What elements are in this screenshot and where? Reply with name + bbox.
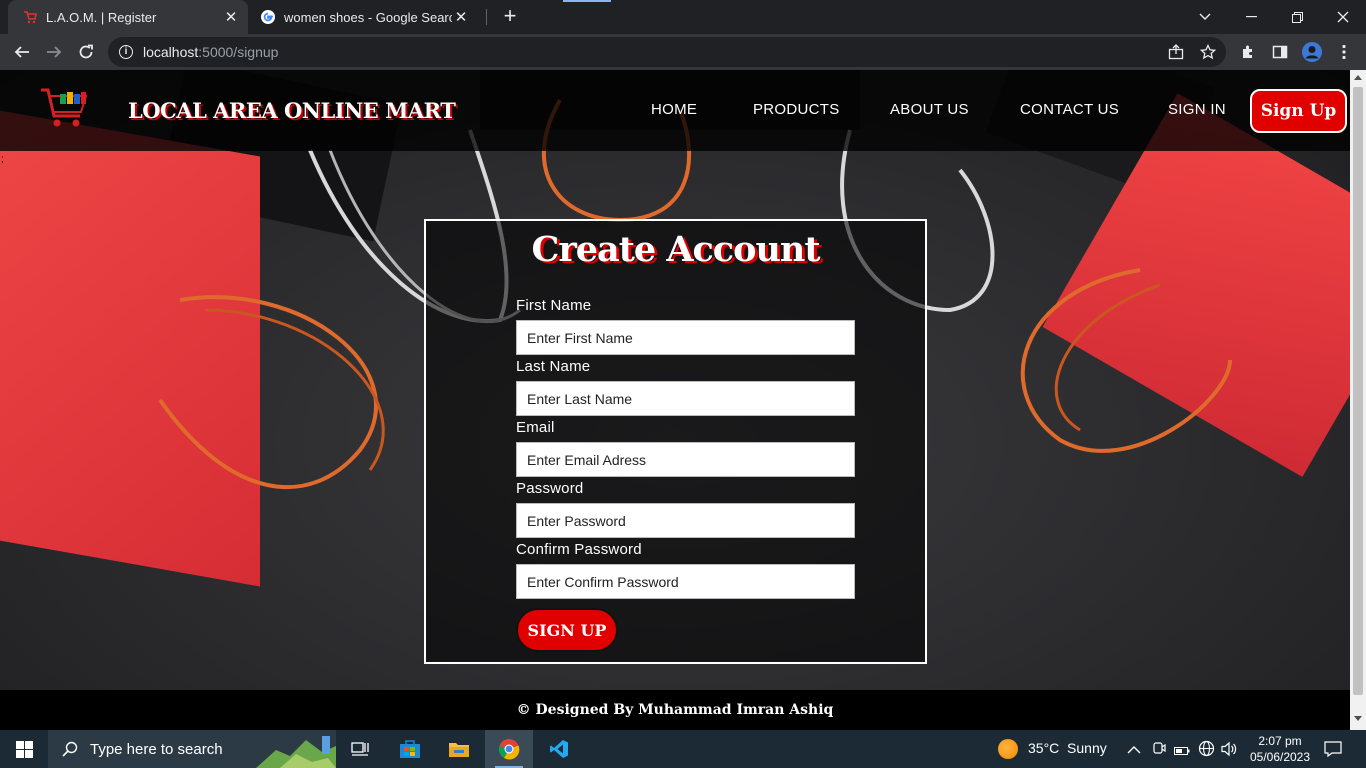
last-name-input[interactable]: [516, 381, 855, 416]
tab-title: L.A.O.M. | Register: [46, 9, 157, 25]
cart-logo-icon[interactable]: [38, 86, 92, 132]
bookmark-star-icon[interactable]: [1196, 40, 1220, 64]
nav-signup-button[interactable]: Sign Up: [1250, 89, 1347, 133]
side-panel-icon[interactable]: [1268, 40, 1292, 64]
extensions-icon[interactable]: [1236, 40, 1260, 64]
signup-submit-button[interactable]: SIGN UP: [516, 608, 618, 652]
tray-chevron-up-icon[interactable]: [1127, 742, 1141, 760]
forward-icon[interactable]: [40, 38, 68, 66]
footer-credit: © Designed By Muhammad Imran Ashiq: [516, 702, 834, 718]
profile-avatar[interactable]: [1300, 40, 1324, 64]
url-path: :5000/signup: [198, 44, 279, 60]
scroll-down-icon[interactable]: [1354, 716, 1362, 721]
close-window-icon[interactable]: [1320, 0, 1366, 34]
site-info-icon[interactable]: i: [119, 45, 133, 59]
password-input[interactable]: [516, 503, 855, 538]
weather-text[interactable]: 35°C Sunny: [1028, 740, 1107, 756]
site-footer: © Designed By Muhammad Imran Ashiq: [0, 690, 1350, 730]
reload-icon[interactable]: [72, 38, 100, 66]
weather-icon[interactable]: [998, 739, 1018, 759]
search-icon: [62, 741, 78, 757]
close-tab-icon[interactable]: ✕: [222, 8, 240, 26]
brand-name[interactable]: LOCAL AREA ONLINE MART: [128, 98, 456, 123]
menu-icon[interactable]: [1332, 40, 1356, 64]
scroll-thumb[interactable]: [1353, 87, 1363, 695]
new-tab-icon[interactable]: +: [498, 5, 522, 29]
file-explorer-icon[interactable]: [435, 730, 483, 768]
windows-taskbar: Type here to search 35°C Sunny 2:07 pm 0…: [0, 730, 1366, 768]
scroll-up-icon[interactable]: [1354, 75, 1362, 80]
confirm-password-input[interactable]: [516, 564, 855, 599]
address-bar[interactable]: i localhost:5000/signup: [108, 37, 1226, 67]
nav-contact-us[interactable]: CONTACT US: [1020, 101, 1119, 118]
restore-icon[interactable]: [1274, 0, 1320, 34]
back-icon[interactable]: [8, 38, 36, 66]
search-placeholder: Type here to search: [90, 740, 223, 758]
battery-icon[interactable]: [1174, 743, 1190, 761]
browser-tab-strip: L.A.O.M. | Register ✕ women shoes - Goog…: [0, 0, 1366, 34]
google-icon: [260, 9, 276, 25]
nav-about-us[interactable]: ABOUT US: [890, 101, 969, 118]
first-name-label: First Name: [516, 297, 592, 314]
confirm-password-label: Confirm Password: [516, 541, 642, 558]
microsoft-store-icon[interactable]: [386, 730, 434, 768]
first-name-input[interactable]: [516, 320, 855, 355]
email-label: Email: [516, 419, 555, 436]
minimize-icon[interactable]: [1228, 0, 1274, 34]
site-navbar: LOCAL AREA ONLINE MART HOME PRODUCTS ABO…: [0, 70, 1350, 151]
network-globe-icon[interactable]: [1198, 740, 1215, 762]
notifications-icon[interactable]: [1324, 741, 1342, 762]
browser-toolbar: i localhost:5000/signup: [0, 34, 1366, 70]
password-label: Password: [516, 480, 584, 497]
tab-search-icon[interactable]: [1182, 0, 1228, 34]
nav-products[interactable]: PRODUCTS: [753, 101, 840, 118]
tab-google-search[interactable]: women shoes - Google Search ✕: [250, 0, 478, 34]
last-name-label: Last Name: [516, 358, 591, 375]
page-viewport: LOCAL AREA ONLINE MART HOME PRODUCTS ABO…: [0, 70, 1350, 730]
profile-accent-strip: [563, 0, 611, 2]
volume-icon[interactable]: [1221, 741, 1237, 762]
email-input[interactable]: [516, 442, 855, 477]
tab-title: women shoes - Google Search: [284, 9, 452, 25]
search-highlight-art: [256, 736, 336, 768]
nav-sign-in[interactable]: SIGN IN: [1168, 101, 1226, 118]
clock-time: 2:07 pm: [1258, 734, 1302, 748]
task-view-icon[interactable]: [336, 730, 384, 768]
clock-date: 05/06/2023: [1249, 750, 1311, 764]
tab-register[interactable]: L.A.O.M. | Register ✕: [8, 0, 248, 34]
url-host: localhost: [143, 44, 199, 60]
windows-start-icon[interactable]: [0, 730, 48, 768]
chrome-taskbar-icon[interactable]: [485, 730, 533, 768]
site-favicon-icon: [22, 9, 38, 25]
close-tab-icon[interactable]: ✕: [452, 8, 470, 26]
meet-now-icon[interactable]: [1152, 741, 1166, 762]
page-scrollbar[interactable]: [1350, 70, 1366, 730]
vscode-icon[interactable]: [535, 730, 583, 768]
taskbar-clock[interactable]: 2:07 pm 05/06/2023: [1240, 733, 1320, 765]
share-icon[interactable]: [1164, 40, 1188, 64]
stray-text: ;: [1, 154, 4, 165]
form-title: Create Account: [531, 229, 820, 270]
nav-home[interactable]: HOME: [651, 101, 697, 118]
signup-form: Create Account First Name Last Name Emai…: [424, 219, 927, 664]
tab-divider: [486, 9, 487, 25]
